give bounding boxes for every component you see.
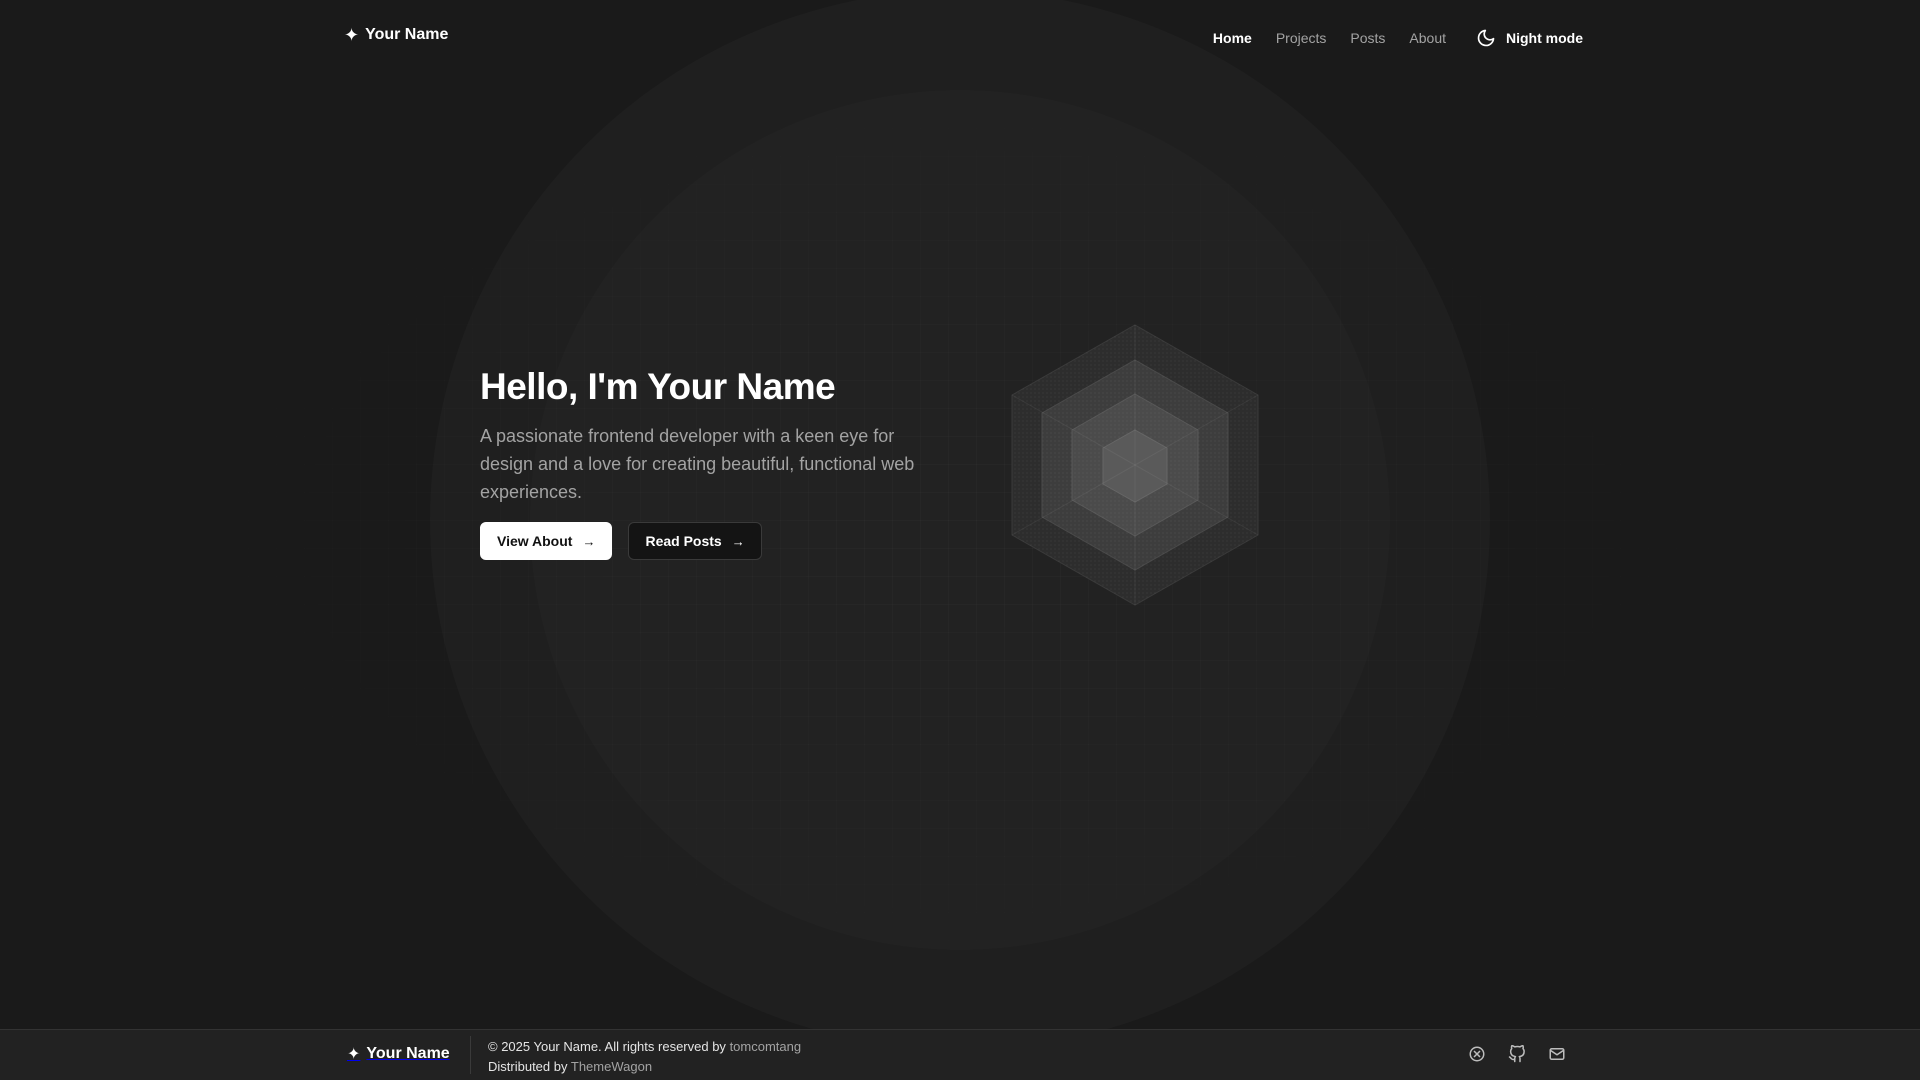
footer-brand-link[interactable]: ✦ Your Name	[347, 1044, 450, 1064]
nav-home[interactable]: Home	[1213, 30, 1252, 46]
background-decoration	[0, 0, 1920, 1080]
footer-copyright: © 2025 Your Name. All rights reserved by…	[488, 1037, 801, 1057]
arrow-right-icon: →	[582, 533, 596, 549]
nav-posts[interactable]: Posts	[1350, 30, 1385, 46]
site-footer: ✦ Your Name © 2025 Your Name. All rights…	[0, 1029, 1920, 1080]
view-about-button[interactable]: View About →	[480, 522, 613, 560]
nav-projects[interactable]: Projects	[1276, 30, 1327, 46]
footer-divider	[470, 1036, 471, 1074]
mail-icon[interactable]	[1548, 1045, 1566, 1063]
site-header: ✦ Your Name Home Projects Posts About Ni…	[0, 0, 1920, 80]
footer-text: © 2025 Your Name. All rights reserved by…	[488, 1037, 801, 1077]
night-mode-label: Night mode	[1506, 30, 1583, 46]
github-icon[interactable]	[1508, 1044, 1526, 1063]
read-posts-button[interactable]: Read Posts →	[628, 522, 762, 560]
brand-name: Your Name	[365, 26, 449, 43]
author-link[interactable]: tomcomtang	[730, 1039, 802, 1054]
copyright-text: © 2025 Your Name. All rights reserved by	[488, 1039, 726, 1054]
night-mode-toggle[interactable]: Night mode	[1476, 28, 1583, 48]
footer-distributed: Distributed by ThemeWagon	[488, 1057, 801, 1077]
themewagon-link[interactable]: ThemeWagon	[571, 1059, 652, 1074]
view-about-label: View About	[497, 533, 573, 549]
hexagon-graphic	[1011, 324, 1259, 606]
arrow-right-icon: →	[731, 533, 745, 549]
hero-buttons: View About → Read Posts →	[480, 522, 960, 560]
hero-section: Hello, I'm Your Name A passionate fronte…	[480, 366, 960, 560]
read-posts-label: Read Posts	[645, 533, 722, 549]
x-icon[interactable]	[1468, 1045, 1486, 1063]
background-grid	[220, 100, 1700, 960]
hero-title: Hello, I'm Your Name	[480, 366, 836, 407]
nav-about[interactable]: About	[1409, 30, 1446, 46]
distributed-text: Distributed by	[488, 1059, 568, 1074]
hero-description: A passionate frontend developer with a k…	[480, 426, 915, 502]
brand-logo-link[interactable]: ✦ Your Name	[344, 26, 448, 44]
moon-icon	[1477, 29, 1495, 47]
main-nav: Home Projects Posts About Night mode	[1189, 28, 1583, 48]
footer-brand-name: Your Name	[366, 1045, 450, 1062]
sparkle-icon: ✦	[344, 25, 360, 45]
sparkle-icon: ✦	[347, 1046, 361, 1063]
social-links	[1468, 1044, 1566, 1063]
